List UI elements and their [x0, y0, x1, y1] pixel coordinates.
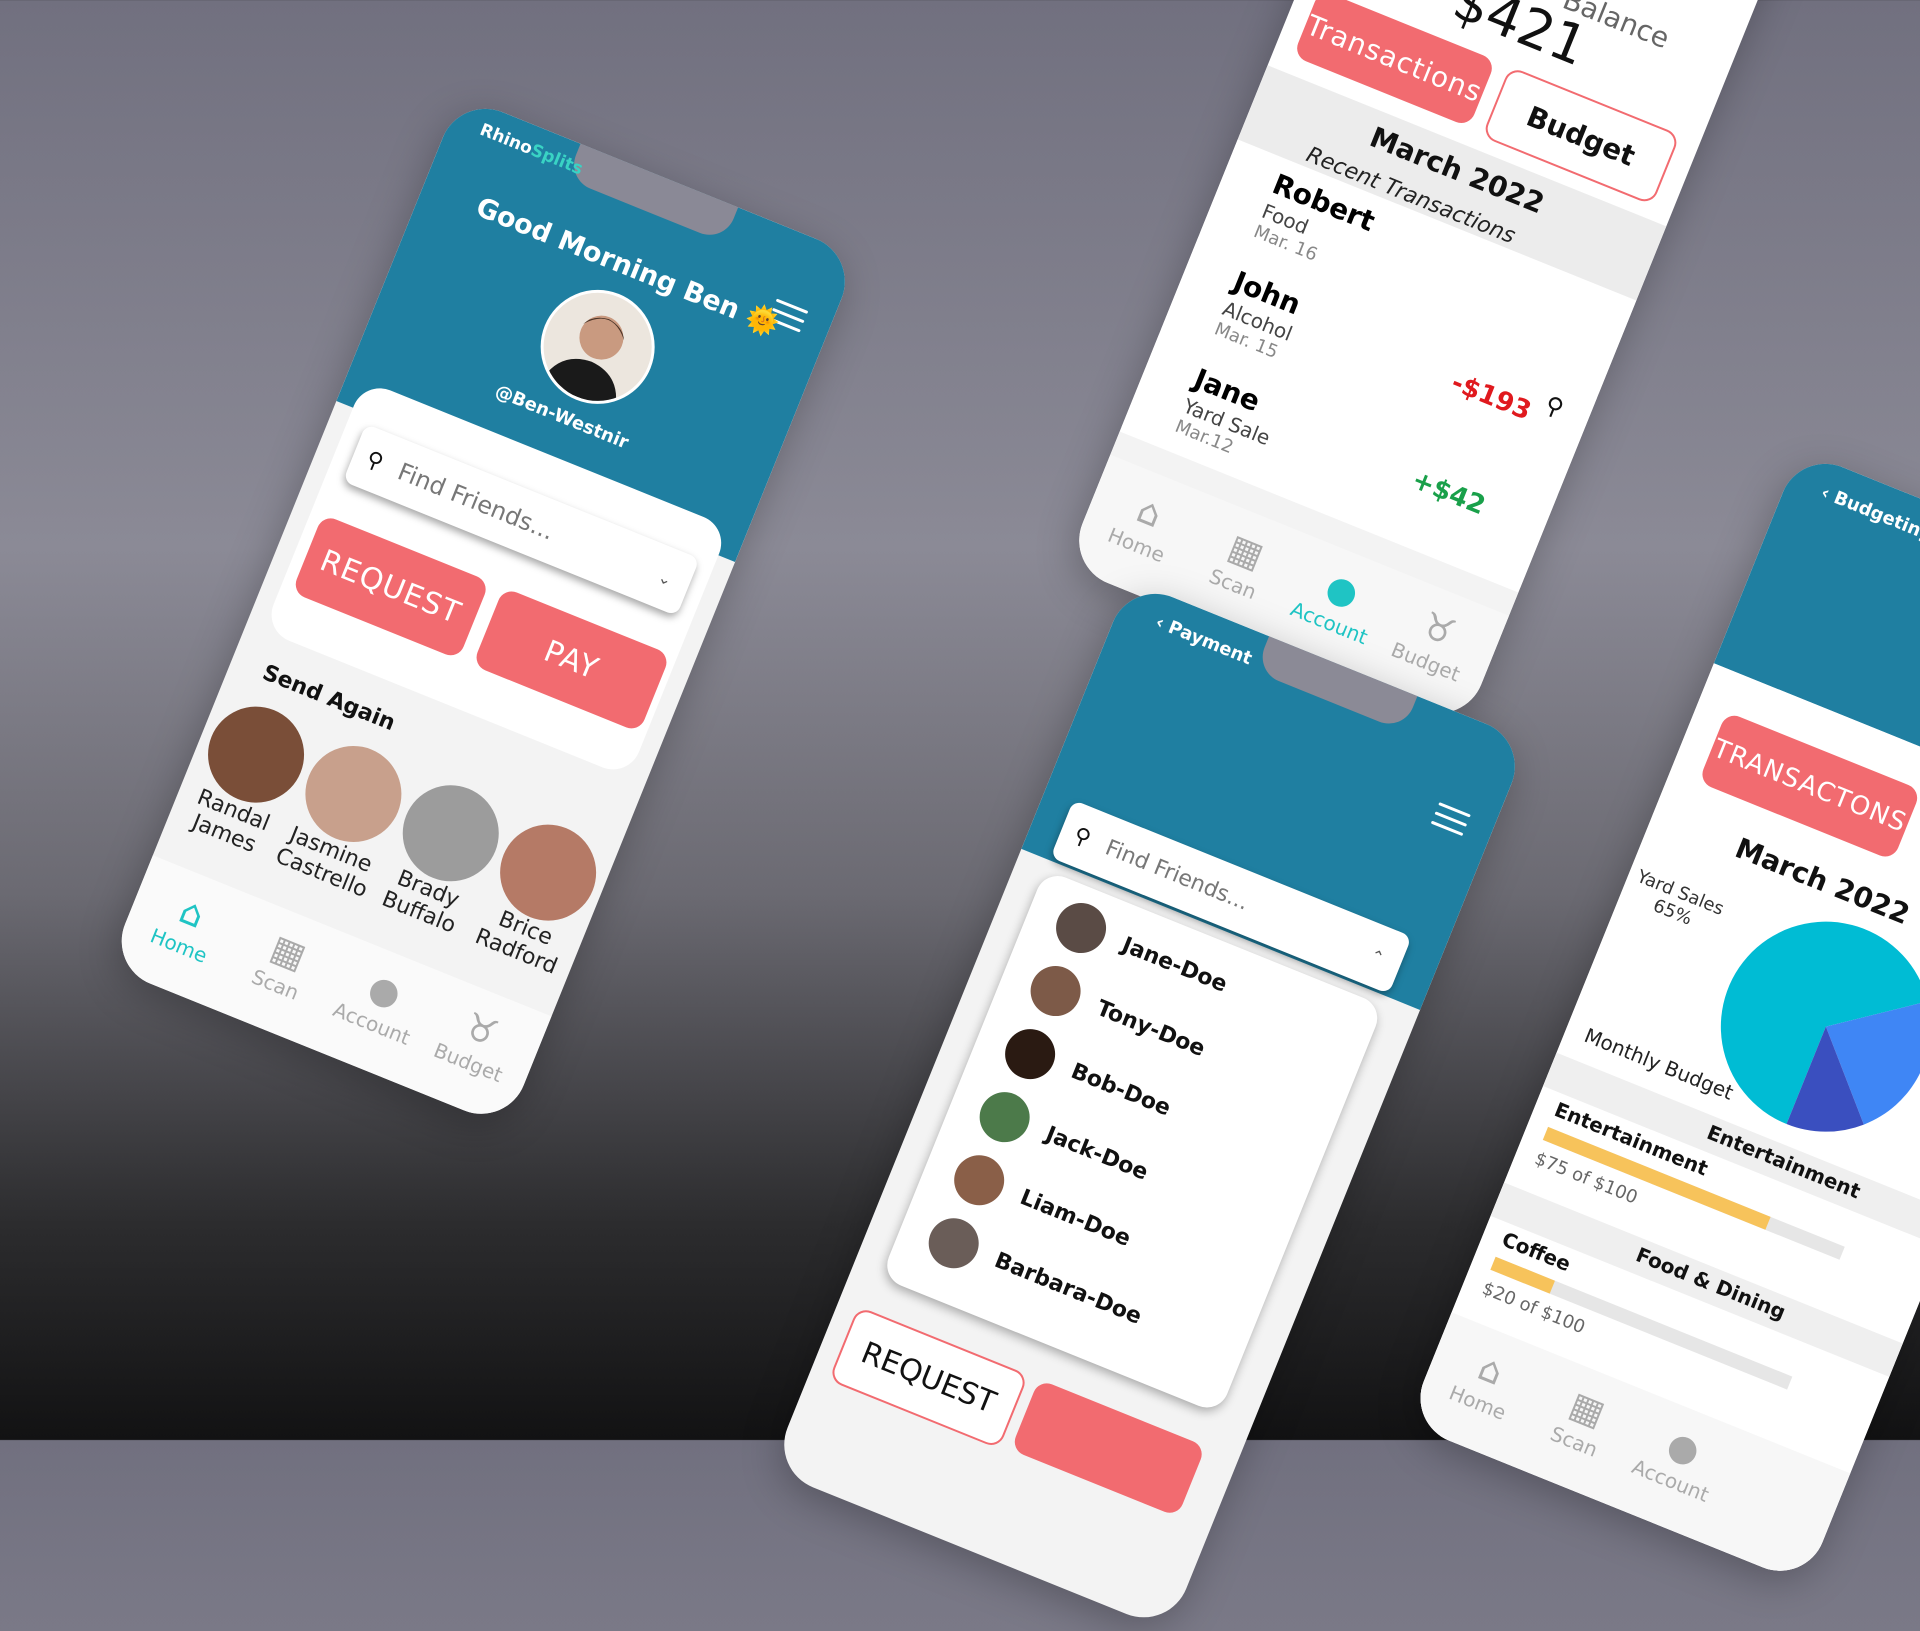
tx-amount: -$193 — [1446, 367, 1536, 427]
payment-screen: ‹ Payment ⚲ Find Friends... ⌃ Jane-Doe T… — [770, 580, 1529, 1631]
contact-avatar — [921, 1210, 987, 1276]
nav-home[interactable]: ⌂ Home — [1427, 1332, 1545, 1433]
nav-scan[interactable]: ▦ Scan — [224, 914, 342, 1015]
search-icon: ⚲ — [362, 446, 388, 476]
contact-avatar — [1023, 958, 1089, 1024]
nav-scan[interactable]: ▦ Scan — [1523, 1371, 1641, 1472]
home-screen: RhinoSplits Good Morning Ben 🌞 @Ben-West… — [107, 95, 859, 1128]
nav-scan[interactable]: ▦ Scan — [1182, 513, 1300, 614]
nav-account[interactable]: ● Account — [321, 953, 439, 1054]
nav-home[interactable]: ⌂ Home — [1086, 474, 1204, 575]
contact-avatar — [972, 1084, 1038, 1150]
chevron-up-icon[interactable]: ⌃ — [1368, 945, 1388, 968]
chevron-down-icon[interactable]: ⌄ — [656, 567, 676, 590]
contact-avatar — [1048, 895, 1114, 961]
contact-name: Bob-Doe — [1067, 1058, 1175, 1122]
search-icon[interactable]: ⚲ — [1541, 390, 1568, 423]
nav-budget[interactable]: ♉ Budget — [417, 992, 535, 1093]
nav-home[interactable]: ⌂ Home — [128, 875, 246, 976]
contact-name: Jack-Doe — [1041, 1121, 1152, 1186]
nav-account[interactable]: ● Account — [1620, 1410, 1738, 1511]
search-icon: ⚲ — [1070, 822, 1095, 852]
contact-name: Jane-Doe — [1118, 932, 1231, 998]
tx-amount: +$42 — [1407, 465, 1490, 522]
contact-avatar — [946, 1147, 1012, 1213]
contact-avatar — [997, 1021, 1063, 1087]
pay-button[interactable] — [1010, 1379, 1206, 1518]
nav-account[interactable]: ● Account — [1278, 552, 1396, 653]
request-button[interactable]: REQUEST — [828, 1306, 1029, 1450]
nav-budget[interactable]: ♉ Budget — [1375, 591, 1493, 692]
